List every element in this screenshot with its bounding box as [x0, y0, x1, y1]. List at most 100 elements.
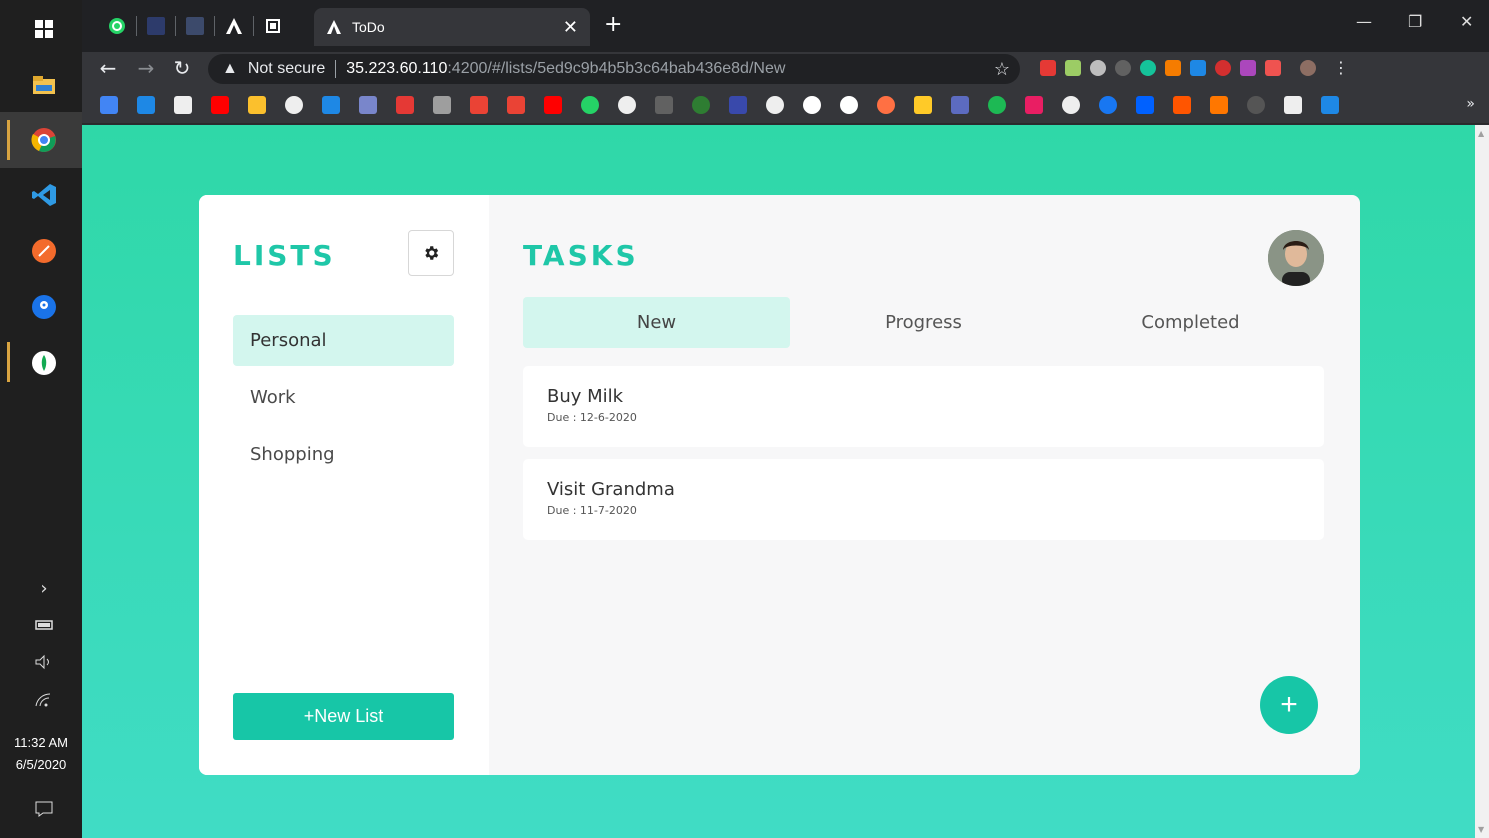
mongodb-icon[interactable] — [27, 346, 61, 380]
vscode-icon[interactable] — [27, 178, 61, 212]
url-host: 35.223.60.110 — [346, 60, 448, 77]
bookmark-icon[interactable] — [248, 96, 266, 114]
list-item-work[interactable]: Work — [233, 372, 454, 423]
extension-icon[interactable] — [1190, 59, 1206, 76]
battery-icon[interactable] — [27, 608, 61, 642]
github-icon[interactable] — [840, 96, 858, 114]
active-tab[interactable]: ToDo ✕ — [314, 8, 590, 46]
page-scrollbar[interactable]: ▲ ▼ — [1475, 125, 1489, 838]
pinned-tab-chip[interactable] — [260, 14, 286, 38]
bookmark-icon[interactable] — [100, 96, 118, 114]
tab-title: ToDo — [352, 19, 385, 35]
chevron-right-icon[interactable]: › — [27, 571, 61, 605]
add-task-button[interactable]: + — [1260, 676, 1318, 734]
gmail-icon[interactable] — [507, 96, 525, 114]
bookmark-icon[interactable] — [655, 96, 673, 114]
scroll-up-icon[interactable]: ▲ — [1478, 129, 1484, 138]
close-window-icon[interactable]: ✕ — [1460, 12, 1473, 31]
bookmark-icon[interactable] — [1284, 96, 1302, 114]
lists-sidebar: LISTS Personal Work Shopping +New List — [199, 195, 489, 775]
bookmark-icon[interactable] — [951, 96, 969, 114]
tab-progress[interactable]: Progress — [790, 297, 1057, 348]
soundcloud-icon[interactable] — [1173, 96, 1191, 114]
user-avatar[interactable] — [1268, 230, 1324, 286]
spotify-icon[interactable] — [988, 96, 1006, 114]
globe-icon[interactable] — [766, 96, 784, 114]
bookmark-icon[interactable] — [1247, 96, 1265, 114]
clock-date[interactable]: 6/5/2020 — [0, 757, 82, 772]
bookmark-icon[interactable] — [322, 96, 340, 114]
adblock-icon[interactable] — [1215, 59, 1231, 76]
soundcloud-icon[interactable] — [1210, 96, 1228, 114]
bookmark-icon[interactable] — [359, 96, 377, 114]
restore-icon[interactable]: ❐ — [1408, 12, 1422, 31]
address-bar[interactable]: ▲ Not secure 35.223.60.110 :4200/#/lists… — [208, 54, 1020, 84]
list-item-personal[interactable]: Personal — [233, 315, 454, 366]
extension-icon[interactable] — [1040, 59, 1056, 76]
more-bookmarks-icon[interactable]: » — [1466, 96, 1475, 112]
bookmark-icon[interactable] — [211, 96, 229, 114]
pinned-tab-h[interactable] — [143, 14, 169, 38]
windows-start-icon[interactable] — [27, 12, 61, 46]
close-tab-icon[interactable]: ✕ — [563, 17, 578, 38]
lists-heading: LISTS — [233, 239, 336, 272]
tab-new[interactable]: New — [523, 297, 790, 348]
postman-icon[interactable] — [27, 234, 61, 268]
extension-icon[interactable] — [1240, 59, 1256, 76]
bookmark-icon[interactable] — [877, 96, 895, 114]
tab-completed[interactable]: Completed — [1057, 297, 1324, 348]
firebase-icon[interactable] — [914, 96, 932, 114]
forward-icon[interactable]: → — [132, 56, 160, 80]
maps-icon[interactable] — [27, 290, 61, 324]
status-tabs: New Progress Completed — [523, 297, 1324, 348]
whatsapp-icon[interactable] — [581, 96, 599, 114]
globe-icon[interactable] — [618, 96, 636, 114]
chrome-icon[interactable] — [27, 123, 61, 157]
new-list-button[interactable]: +New List — [233, 693, 454, 740]
gmail-icon[interactable] — [470, 96, 488, 114]
bookmark-star-icon[interactable]: ☆ — [994, 59, 1010, 80]
globe-icon[interactable] — [285, 96, 303, 114]
bookmark-icon[interactable] — [1025, 96, 1043, 114]
bookmark-icon[interactable] — [137, 96, 155, 114]
minimize-icon[interactable]: — — [1356, 12, 1372, 31]
tasks-panel: TASKS New Progress Completed Buy Milk Du… — [489, 195, 1360, 775]
globe-icon[interactable] — [1090, 59, 1106, 76]
bookmark-icon[interactable] — [1321, 96, 1339, 114]
bookmark-icon[interactable] — [396, 96, 414, 114]
extension-icon[interactable] — [1115, 59, 1131, 76]
bookmarks-bar: » — [82, 88, 1489, 124]
file-explorer-icon[interactable] — [27, 68, 61, 102]
pinned-tab-angular[interactable] — [221, 14, 247, 38]
extension-icon[interactable] — [1265, 59, 1281, 76]
wifi-icon[interactable] — [27, 683, 61, 717]
settings-button[interactable] — [408, 230, 454, 276]
scroll-down-icon[interactable]: ▼ — [1478, 825, 1484, 834]
bookmark-icon[interactable] — [729, 96, 747, 114]
reload-icon[interactable]: ↻ — [168, 56, 196, 80]
bookmark-icon[interactable] — [433, 96, 451, 114]
menu-icon[interactable]: ⋮ — [1333, 58, 1349, 77]
clock-time[interactable]: 11:32 AM — [0, 735, 82, 750]
bookmark-icon[interactable] — [174, 96, 192, 114]
extension-icon[interactable] — [1065, 59, 1081, 76]
youtube-icon[interactable] — [544, 96, 562, 114]
extension-icon[interactable] — [1165, 59, 1181, 76]
bookmark-icon[interactable] — [692, 96, 710, 114]
task-card[interactable]: Visit Grandma Due : 11-7-2020 — [523, 459, 1324, 540]
new-tab-icon[interactable]: + — [604, 12, 622, 37]
list-item-shopping[interactable]: Shopping — [233, 429, 454, 480]
grammarly-icon[interactable] — [1140, 59, 1156, 76]
task-card[interactable]: Buy Milk Due : 12-6-2020 — [523, 366, 1324, 447]
volume-icon[interactable] — [27, 645, 61, 679]
facebook-icon[interactable] — [1099, 96, 1117, 114]
pinned-tab-whatsapp[interactable] — [104, 14, 130, 38]
google-icon[interactable] — [803, 96, 821, 114]
notification-icon[interactable] — [27, 792, 61, 826]
pinned-tab-h2[interactable] — [182, 14, 208, 38]
dropbox-icon[interactable] — [1136, 96, 1154, 114]
profile-avatar-icon[interactable] — [1300, 59, 1316, 76]
back-icon[interactable]: ← — [94, 56, 122, 80]
globe-icon[interactable] — [1062, 96, 1080, 114]
todo-card: LISTS Personal Work Shopping +New List T… — [199, 195, 1360, 775]
